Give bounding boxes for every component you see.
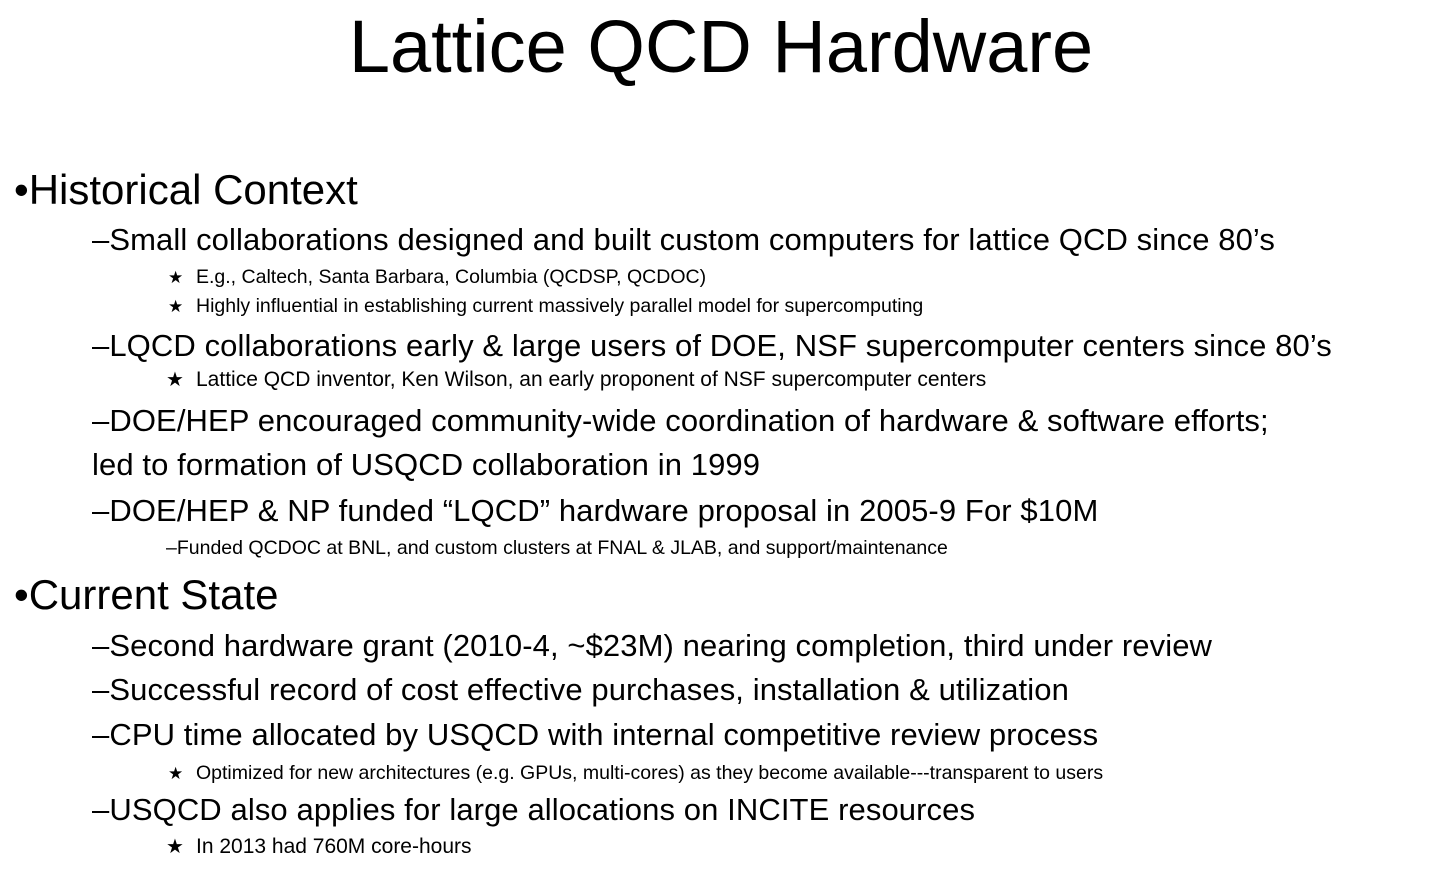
star-bullet-icon: ★ (168, 268, 184, 287)
slide: Lattice QCD Hardware •Historical Context… (0, 0, 1442, 881)
bullet-usqcd-incite: –USQCD also applies for large allocation… (92, 792, 976, 827)
sub-bullet-text: Optimized for new architectures (e.g. GP… (196, 762, 1104, 784)
sub-bullet-funded-qcdoc: –Funded QCDOC at BNL, and custom cluster… (166, 537, 948, 559)
star-bullet-icon: ★ (166, 369, 184, 391)
bullet-lqcd-hardware-proposal: –DOE/HEP & NP funded “LQCD” hardware pro… (92, 493, 1099, 528)
section-heading-historical-context: •Historical Context (14, 166, 358, 213)
bullet-doe-hep-encouraged-continuation: led to formation of USQCD collaboration … (92, 447, 761, 482)
sub-bullet-influential: ★ Highly influential in establishing curr… (168, 293, 923, 320)
sub-bullet-text: Lattice QCD inventor, Ken Wilson, an ear… (196, 368, 987, 391)
sub-bullet-optimized-architectures: ★ Optimized for new architectures (e.g. G… (168, 760, 1103, 787)
star-bullet-icon: ★ (168, 297, 184, 316)
sub-bullet-core-hours: ★ In 2013 had 760M core-hours (166, 834, 472, 860)
bullet-second-hardware-grant: –Second hardware grant (2010-4, ~$23M) n… (92, 628, 1213, 663)
bullet-lqcd-collaborations: –LQCD collaborations early & large users… (92, 328, 1332, 363)
bullet-doe-hep-encouraged: –DOE/HEP encouraged community-wide coord… (92, 403, 1269, 438)
sub-bullet-examples: ★ E.g., Caltech, Santa Barbara, Columbia … (168, 264, 706, 291)
star-bullet-icon: ★ (168, 764, 184, 783)
bullet-successful-record: –Successful record of cost effective pur… (92, 672, 1069, 707)
sub-bullet-text: Highly influential in establishing curre… (196, 295, 924, 317)
sub-bullet-text: E.g., Caltech, Santa Barbara, Columbia (… (196, 266, 707, 288)
slide-title: Lattice QCD Hardware (348, 5, 1094, 88)
star-bullet-icon: ★ (166, 836, 184, 858)
bullet-cpu-time-allocated: –CPU time allocated by USQCD with intern… (92, 717, 1099, 752)
sub-bullet-text: In 2013 had 760M core-hours (196, 835, 472, 858)
bullet-small-collaborations: –Small collaborations designed and built… (92, 222, 1275, 257)
section-heading-current-state: •Current State (14, 571, 279, 618)
sub-bullet-ken-wilson: ★ Lattice QCD inventor, Ken Wilson, an ea… (166, 367, 986, 393)
